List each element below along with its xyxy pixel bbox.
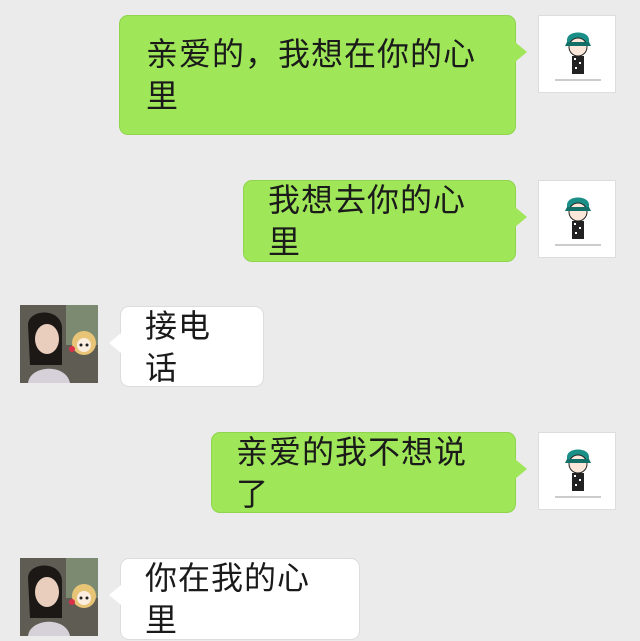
message-text: 亲爱的，我想在你的心里 <box>146 35 477 115</box>
girl-photo-avatar-icon <box>20 305 98 383</box>
message-text: 我想去你的心里 <box>268 181 467 261</box>
contact-avatar[interactable] <box>20 305 98 383</box>
self-avatar[interactable] <box>538 15 616 93</box>
outgoing-message-bubble[interactable]: 我想去你的心里 <box>243 180 527 262</box>
message-text: 你在我的心里 <box>145 559 311 639</box>
cartoon-boy-avatar-icon <box>555 32 601 81</box>
cartoon-boy-avatar-icon <box>555 197 601 246</box>
contact-avatar[interactable] <box>20 558 98 636</box>
incoming-message-bubble[interactable]: 接电话 <box>109 306 264 387</box>
cartoon-boy-avatar-icon <box>555 449 601 498</box>
incoming-message-bubble[interactable]: 你在我的心里 <box>109 558 360 640</box>
girl-photo-avatar-icon <box>20 558 98 636</box>
message-text: 亲爱的我不想说了 <box>236 432 468 513</box>
message-text: 接电话 <box>145 306 212 387</box>
outgoing-message-bubble[interactable]: 亲爱的，我想在你的心里 <box>119 15 527 135</box>
self-avatar[interactable] <box>538 432 616 510</box>
outgoing-message-bubble[interactable]: 亲爱的我不想说了 <box>211 432 527 513</box>
self-avatar[interactable] <box>538 180 616 258</box>
